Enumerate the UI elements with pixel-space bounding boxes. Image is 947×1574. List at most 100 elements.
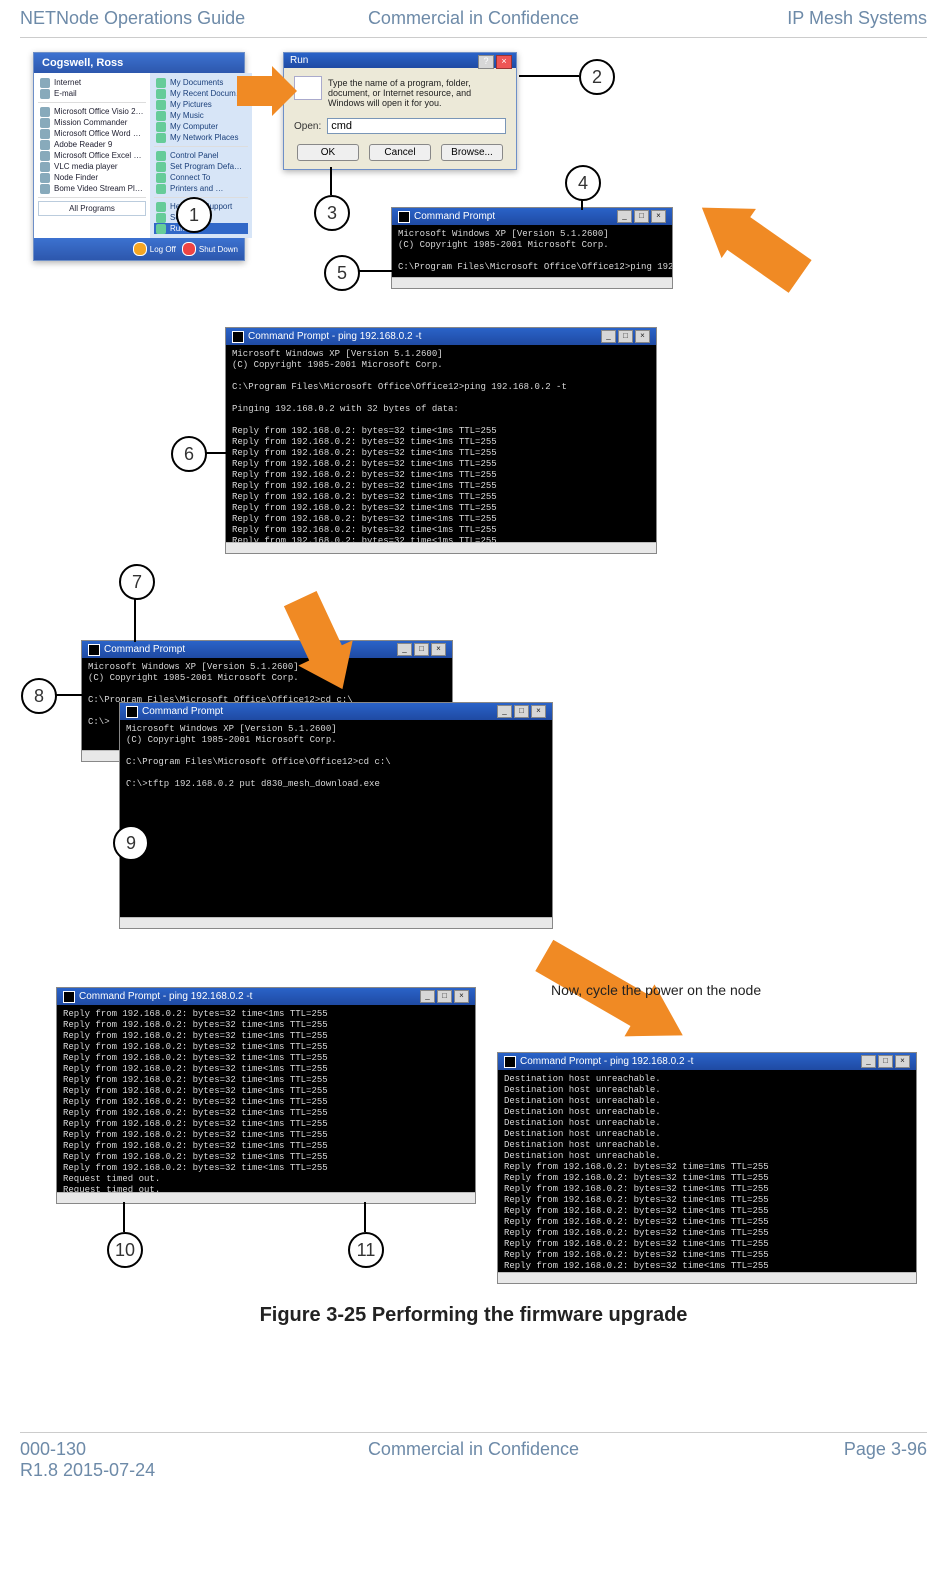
footer-revision: R1.8 2015-07-24 bbox=[20, 1460, 155, 1480]
connector bbox=[123, 1202, 125, 1232]
open-input[interactable] bbox=[327, 118, 506, 134]
browse-button[interactable]: Browse... bbox=[441, 144, 503, 161]
callout-11: 11 bbox=[348, 1232, 384, 1268]
connector bbox=[357, 270, 393, 272]
footer-center: Commercial in Confidence bbox=[322, 1439, 624, 1481]
logoff-label: Log Off bbox=[150, 245, 176, 254]
close-icon[interactable]: × bbox=[635, 330, 650, 343]
sm-item[interactable]: My Computer bbox=[154, 121, 248, 132]
sm-item[interactable]: Set Program Defaults bbox=[154, 161, 248, 172]
sm-item[interactable]: Internet bbox=[38, 77, 146, 88]
cmd-icon bbox=[232, 331, 244, 343]
footer-left: 000-130 R1.8 2015-07-24 bbox=[20, 1439, 322, 1481]
cmd-window-9: Command Prompt _□× Microsoft Windows XP … bbox=[119, 702, 553, 929]
sm-item[interactable]: My Pictures bbox=[154, 99, 248, 110]
scrollbar[interactable] bbox=[226, 542, 656, 553]
connector bbox=[519, 75, 579, 77]
cmd-icon bbox=[126, 706, 138, 718]
maximize-icon[interactable]: □ bbox=[878, 1055, 893, 1068]
cmd4-title: Command Prompt bbox=[414, 211, 495, 222]
cmd-icon bbox=[398, 211, 410, 223]
cmd-window-10: Command Prompt - ping 192.168.0.2 -t _□×… bbox=[56, 987, 476, 1204]
close-icon[interactable]: × bbox=[454, 990, 469, 1003]
cmd9-title: Command Prompt bbox=[142, 706, 223, 717]
footer-right: Page 3-96 bbox=[625, 1439, 927, 1481]
minimize-icon[interactable]: _ bbox=[601, 330, 616, 343]
sm-item[interactable]: My Recent Documents bbox=[154, 88, 248, 99]
cmd4-body: Microsoft Windows XP [Version 5.1.2600] … bbox=[392, 225, 672, 285]
scrollbar[interactable] bbox=[498, 1272, 916, 1283]
start-menu-user: Cogswell, Ross bbox=[34, 53, 244, 73]
sm-item[interactable]: My Music bbox=[154, 110, 248, 121]
cmd11-body: Destination host unreachable. Destinatio… bbox=[498, 1070, 916, 1280]
ok-button[interactable]: OK bbox=[297, 144, 359, 161]
minimize-icon[interactable]: _ bbox=[420, 990, 435, 1003]
close-icon[interactable]: × bbox=[895, 1055, 910, 1068]
maximize-icon[interactable]: □ bbox=[634, 210, 649, 223]
minimize-icon[interactable]: _ bbox=[617, 210, 632, 223]
scrollbar[interactable] bbox=[392, 277, 672, 288]
sm-item[interactable]: Bome Video Stream Player bbox=[38, 183, 146, 194]
minimize-icon[interactable]: _ bbox=[397, 643, 412, 656]
callout-2: 2 bbox=[579, 59, 615, 95]
sm-item[interactable]: Control Panel bbox=[154, 150, 248, 161]
cmd6-body: Microsoft Windows XP [Version 5.1.2600] … bbox=[226, 345, 656, 550]
sm-item[interactable]: VLC media player bbox=[38, 161, 146, 172]
callout-5: 5 bbox=[324, 255, 360, 291]
figure-area: Cogswell, Ross Internet E-mail Microsoft… bbox=[21, 52, 926, 1352]
all-programs[interactable]: All Programs bbox=[38, 201, 146, 216]
callout-10: 10 bbox=[107, 1232, 143, 1268]
minimize-icon[interactable]: _ bbox=[861, 1055, 876, 1068]
connector bbox=[330, 167, 332, 195]
scrollbar[interactable] bbox=[120, 917, 552, 928]
maximize-icon[interactable]: □ bbox=[414, 643, 429, 656]
cmd11-title: Command Prompt - ping 192.168.0.2 -t bbox=[520, 1056, 693, 1067]
connector bbox=[53, 694, 83, 696]
header-divider bbox=[20, 37, 927, 38]
scrollbar[interactable] bbox=[57, 1192, 475, 1203]
maximize-icon[interactable]: □ bbox=[618, 330, 633, 343]
connector bbox=[134, 596, 136, 642]
cmd-window-6: Command Prompt - ping 192.168.0.2 -t _□×… bbox=[225, 327, 657, 554]
header-right: IP Mesh Systems bbox=[625, 8, 927, 29]
help-icon[interactable]: ? bbox=[478, 55, 494, 68]
shutdown-label: Shut Down bbox=[199, 245, 238, 254]
maximize-icon[interactable]: □ bbox=[437, 990, 452, 1003]
cmd8-title: Command Prompt bbox=[104, 644, 185, 655]
close-icon[interactable]: × bbox=[496, 55, 512, 68]
footer-docno: 000-130 bbox=[20, 1439, 86, 1459]
sm-item[interactable]: Adobe Reader 9 bbox=[38, 139, 146, 150]
sm-item[interactable]: Microsoft Office Visio 2007 bbox=[38, 106, 146, 117]
close-icon[interactable]: × bbox=[431, 643, 446, 656]
shutdown-button[interactable]: Shut Down bbox=[182, 242, 238, 256]
callout-1: 1 bbox=[176, 197, 212, 233]
maximize-icon[interactable]: □ bbox=[514, 705, 529, 718]
callout-6: 6 bbox=[171, 436, 207, 472]
minimize-icon[interactable]: _ bbox=[497, 705, 512, 718]
sm-item[interactable]: E-mail bbox=[38, 88, 146, 99]
sm-item[interactable]: My Documents bbox=[154, 77, 248, 88]
cancel-button[interactable]: Cancel bbox=[369, 144, 431, 161]
cmd-window-4: Command Prompt _□× Microsoft Windows XP … bbox=[391, 207, 673, 289]
annotation-text: Now, cycle the power on the node bbox=[551, 982, 761, 998]
close-icon[interactable]: × bbox=[531, 705, 546, 718]
sm-item[interactable]: Connect To bbox=[154, 172, 248, 183]
sm-item[interactable]: Printers and … bbox=[154, 183, 248, 194]
connector bbox=[364, 1202, 366, 1232]
callout-9: 9 bbox=[113, 825, 149, 861]
cmd10-title: Command Prompt - ping 192.168.0.2 -t bbox=[79, 991, 252, 1002]
cmd-icon bbox=[88, 644, 100, 656]
cmd-icon bbox=[504, 1056, 516, 1068]
sm-item[interactable]: My Network Places bbox=[154, 132, 248, 143]
connector bbox=[129, 782, 131, 824]
sm-item[interactable]: Microsoft Office Excel 2007 bbox=[38, 150, 146, 161]
figure-caption: Figure 3-25 Performing the firmware upgr… bbox=[21, 1304, 926, 1327]
logoff-button[interactable]: Log Off bbox=[133, 242, 176, 256]
sm-item[interactable]: Mission Commander bbox=[38, 117, 146, 128]
header-center: Commercial in Confidence bbox=[322, 8, 624, 29]
start-menu: Cogswell, Ross Internet E-mail Microsoft… bbox=[33, 52, 245, 261]
close-icon[interactable]: × bbox=[651, 210, 666, 223]
sm-item[interactable]: Node Finder bbox=[38, 172, 146, 183]
callout-8: 8 bbox=[21, 678, 57, 714]
sm-item[interactable]: Microsoft Office Word 2007 bbox=[38, 128, 146, 139]
